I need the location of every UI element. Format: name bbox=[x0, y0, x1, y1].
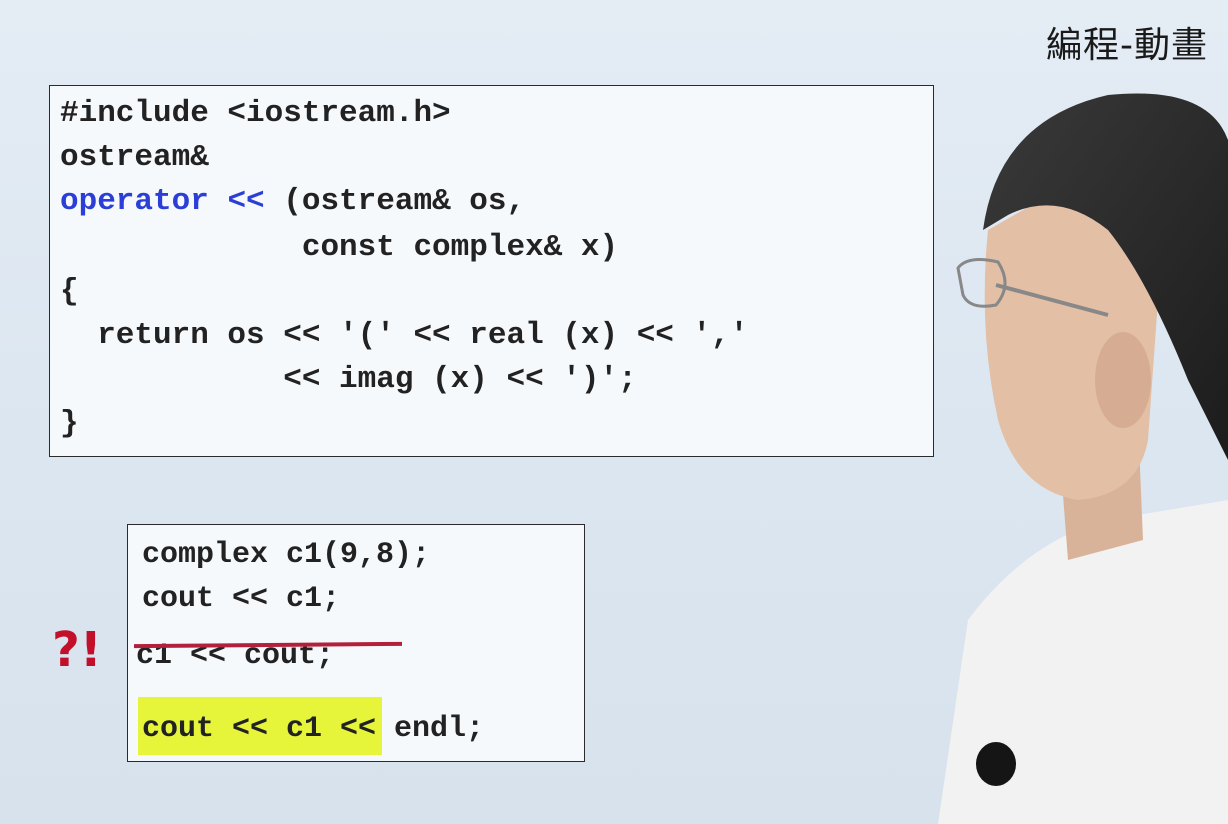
operator-keyword: operator bbox=[60, 184, 209, 219]
code-line-4: const complex& x) bbox=[60, 230, 619, 265]
code-line-6: return os << '(' << real (x) << ',' bbox=[60, 318, 749, 353]
code-line-8: } bbox=[60, 406, 79, 441]
highlighted-code: cout << c1 bbox=[142, 712, 323, 746]
usage-line-2: cout << c1; bbox=[142, 582, 341, 616]
code-line-1: #include <iostream.h> bbox=[60, 96, 451, 131]
ear-shape bbox=[1095, 332, 1151, 428]
operator-symbol: << bbox=[227, 184, 265, 219]
code-line-2: ostream& bbox=[60, 140, 209, 175]
operator-code-box: #include <iostream.h> ostream& operator … bbox=[49, 85, 934, 457]
lapel-mic-icon bbox=[976, 742, 1016, 786]
usage-line-1: complex c1(9,8); bbox=[142, 538, 431, 572]
operator-params: (ostream& os, bbox=[264, 184, 526, 219]
interrobang-mark: ?! bbox=[52, 622, 102, 678]
usage-code-box: complex c1(9,8); cout << c1; c1 << cout;… bbox=[127, 524, 585, 762]
usage-line-final: cout << c1 << endl; bbox=[142, 709, 484, 749]
endl-code: << endl; bbox=[322, 712, 485, 746]
code-line-7: << imag (x) << ')'; bbox=[60, 362, 637, 397]
presenter-figure bbox=[938, 93, 1228, 824]
code-line-5: { bbox=[60, 274, 79, 309]
code-line-3: operator << (ostream& os, bbox=[60, 182, 525, 222]
